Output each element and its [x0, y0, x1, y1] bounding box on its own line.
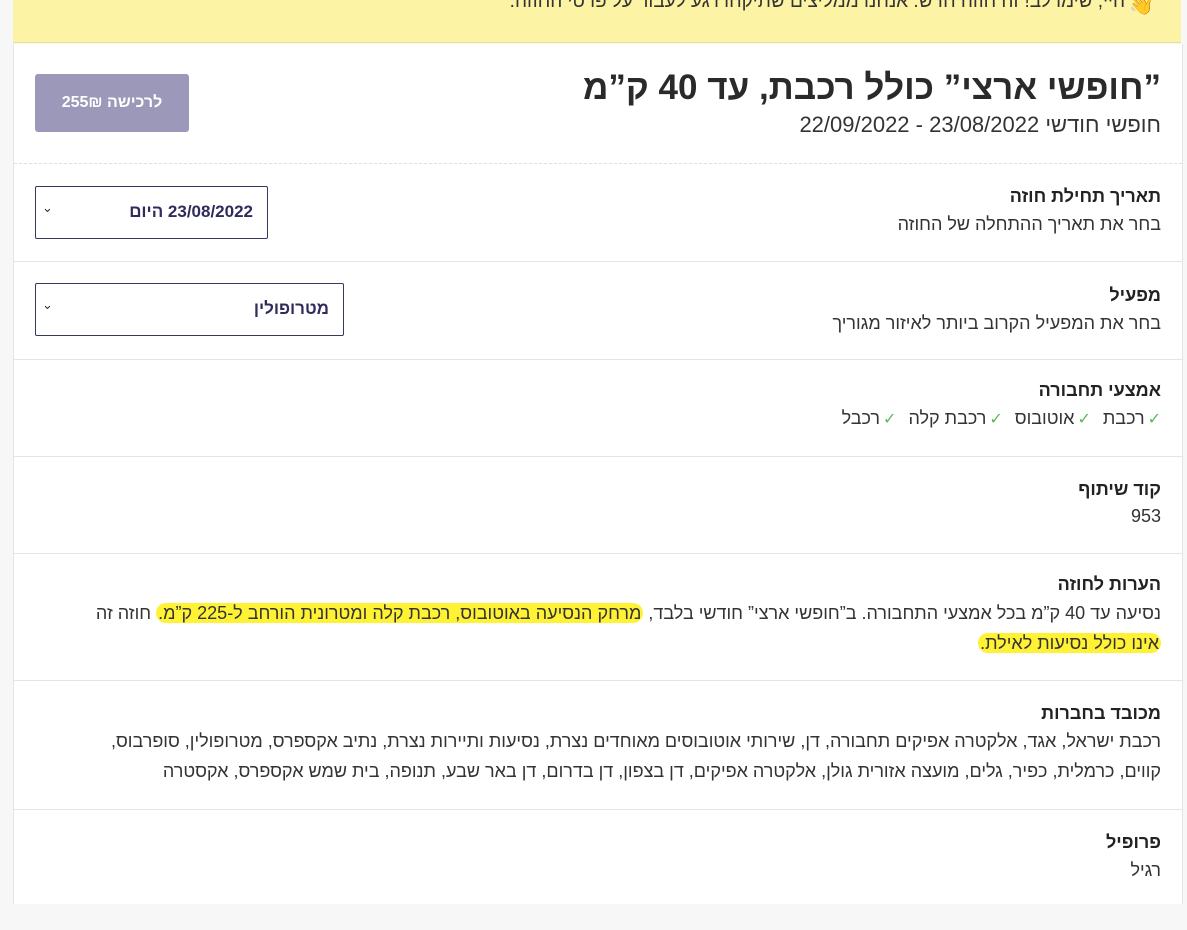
transport-mode: ✓רכבל [841, 408, 897, 428]
operator-label: מפעיל [1109, 285, 1161, 305]
share-code-section: קוד שיתוף 953 [14, 457, 1182, 554]
notes-label: הערות לחוזה [1057, 574, 1161, 594]
transport-mode: ✓רכבת [1102, 408, 1161, 428]
page-title: ”חופשי ארצי” כולל רכבת, עד 40 ק”מ [583, 68, 1161, 107]
notes-text: נסיעה עד 40 ק”מ בכל אמצעי התחבורה. ב”חופ… [95, 603, 1161, 653]
check-icon: ✓ [1147, 411, 1161, 428]
transport-mode: ✓רכבת קלה [908, 408, 1003, 428]
transport-modes: ✓רכבת ✓אוטובוס ✓רכבת קלה ✓רכבל [830, 408, 1161, 429]
buy-button[interactable]: לרכישה 255₪ [35, 74, 189, 132]
share-code-label: קוד שיתוף [1078, 479, 1161, 499]
start-date-value: 23/08/2022 היום [129, 202, 253, 221]
notes-section: הערות לחוזה נסיעה עד 40 ק”מ בכל אמצעי הת… [14, 554, 1182, 681]
start-date-select[interactable]: 23/08/2022 היום ⌄ [35, 186, 268, 239]
transport-section: אמצעי תחבורה ✓רכבת ✓אוטובוס ✓רכבת קלה ✓רכבל [14, 360, 1182, 457]
companies-line-2: קווים, כרמלית, כפיר, גלים, מועצה אזורית … [162, 761, 1161, 781]
profile-label: פרופיל [1106, 832, 1161, 852]
check-icon: ✓ [1077, 411, 1091, 428]
highlighted-text: מרחק הנסיעה באוטובוס, רכבת קלה ומטרונית … [156, 603, 644, 623]
transport-mode: ✓אוטובוס [1014, 408, 1091, 428]
operator-section: מפעיל בחר את המפעיל הקרוב ביותר לאיזור מ… [14, 262, 1182, 360]
profile-section: פרופיל רגיל [14, 810, 1182, 930]
operator-select[interactable]: מטרופולין ⌄ [35, 283, 344, 336]
operator-description: בחר את המפעיל הקרוב ביותר לאיזור מגוריך [832, 313, 1162, 333]
chevron-down-icon: ⌄ [42, 297, 53, 312]
chevron-down-icon: ⌄ [42, 200, 53, 215]
transport-label: אמצעי תחבורה [1038, 380, 1161, 400]
operator-value: מטרופולין [253, 299, 329, 318]
profile-value: רגיל [1130, 860, 1161, 880]
companies-line-1: רכבת ישראל, אגד, אלקטרה אפיקים תחבורה, ד… [111, 731, 1161, 751]
highlighted-text: אינו כולל נסיעות לאילת. [978, 633, 1161, 653]
contract-header: ”חופשי ארצי” כולל רכבת, עד 40 ק”מ חופשי … [14, 44, 1182, 164]
companies-section: מכובד בחברות רכבת ישראל, אגד, אלקטרה אפי… [14, 681, 1182, 810]
check-icon: ✓ [883, 411, 897, 428]
check-icon: ✓ [989, 411, 1003, 428]
share-code-value: 953 [1130, 506, 1161, 526]
waving-hand-icon: 👋 [1129, 0, 1154, 16]
contract-period: חופשי חודשי 23/08/2022 - 22/09/2022 [799, 112, 1161, 137]
start-date-label: תאריך תחילת חוזה [1009, 186, 1161, 206]
companies-label: מכובד בחברות [1041, 703, 1161, 723]
banner-text: היי, שימו לב! זה חוזה חדש. אנחנו ממליצים… [509, 0, 1125, 12]
start-date-description: בחר את תאריך ההתחלה של החוזה [897, 214, 1161, 234]
notice-banner: 👋 היי, שימו לב! זה חוזה חדש. אנחנו ממליצ… [13, 0, 1181, 43]
start-date-section: תאריך תחילת חוזה בחר את תאריך ההתחלה של … [14, 164, 1182, 262]
contract-card: ”חופשי ארצי” כולל רכבת, עד 40 ק”מ חופשי … [13, 44, 1183, 904]
